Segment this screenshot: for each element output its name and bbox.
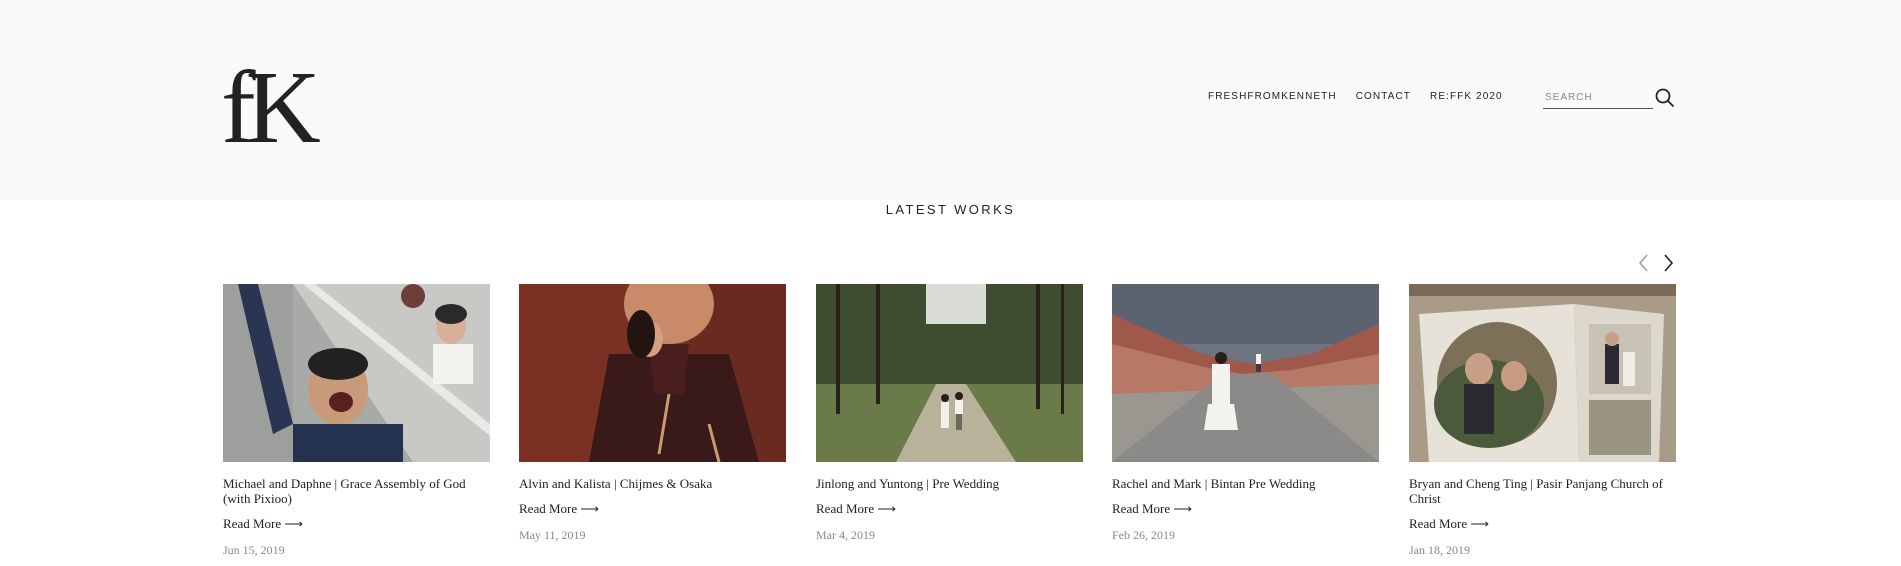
card-title[interactable]: Jinlong and Yuntong | Pre Wedding	[816, 476, 1083, 491]
photo-album-photo[interactable]	[1409, 284, 1676, 462]
work-card: Rachel and Mark | Bintan Pre Wedding Rea…	[1112, 284, 1379, 543]
read-more-link[interactable]: Read More ⟶	[1409, 516, 1676, 532]
red-hills-road-photo[interactable]	[1112, 284, 1379, 462]
work-card: Bryan and Cheng Ting | Pasir Panjang Chu…	[1409, 284, 1676, 558]
work-card: Jinlong and Yuntong | Pre Wedding Read M…	[816, 284, 1083, 543]
card-date: Feb 26, 2019	[1112, 528, 1175, 542]
card-date: Jun 15, 2019	[223, 543, 285, 557]
site-header: fK FRESHFROMKENNETH CONTACT RE:FFK 2020	[0, 0, 1901, 200]
brand-logo[interactable]: fK	[221, 50, 331, 165]
search-input[interactable]	[1543, 87, 1653, 109]
main-nav: FRESHFROMKENNETH CONTACT RE:FFK 2020	[1208, 91, 1503, 102]
work-card: Alvin and Kalista | Chijmes & Osaka Read…	[519, 284, 786, 543]
work-card: Michael and Daphne | Grace Assembly of G…	[223, 284, 490, 558]
chevron-right-icon[interactable]	[1659, 252, 1677, 274]
wedding-stairs-photo[interactable]	[223, 284, 490, 462]
ffk-logo-icon: fK	[221, 50, 331, 165]
card-title[interactable]: Michael and Daphne | Grace Assembly of G…	[223, 476, 490, 506]
search-icon[interactable]	[1655, 88, 1675, 108]
read-more-link[interactable]: Read More ⟶	[519, 501, 786, 517]
chevron-left-icon[interactable]	[1635, 252, 1653, 274]
couple-red-wall-photo[interactable]	[519, 284, 786, 462]
card-date: Jan 18, 2019	[1409, 543, 1470, 557]
card-title[interactable]: Alvin and Kalista | Chijmes & Osaka	[519, 476, 786, 491]
card-title[interactable]: Bryan and Cheng Ting | Pasir Panjang Chu…	[1409, 476, 1676, 506]
nav-item-reffk-2020[interactable]: RE:FFK 2020	[1430, 91, 1503, 102]
nav-item-contact[interactable]: CONTACT	[1356, 91, 1411, 102]
section-title: LATEST WORKS	[885, 202, 1016, 217]
svg-text:fK: fK	[221, 50, 321, 148]
card-title[interactable]: Rachel and Mark | Bintan Pre Wedding	[1112, 476, 1379, 491]
forest-path-photo[interactable]	[816, 284, 1083, 462]
nav-item-freshfromkenneth[interactable]: FRESHFROMKENNETH	[1208, 91, 1337, 102]
read-more-link[interactable]: Read More ⟶	[816, 501, 1083, 517]
card-date: Mar 4, 2019	[816, 528, 875, 542]
read-more-link[interactable]: Read More ⟶	[223, 516, 490, 532]
card-date: May 11, 2019	[519, 528, 586, 542]
read-more-link[interactable]: Read More ⟶	[1112, 501, 1379, 517]
